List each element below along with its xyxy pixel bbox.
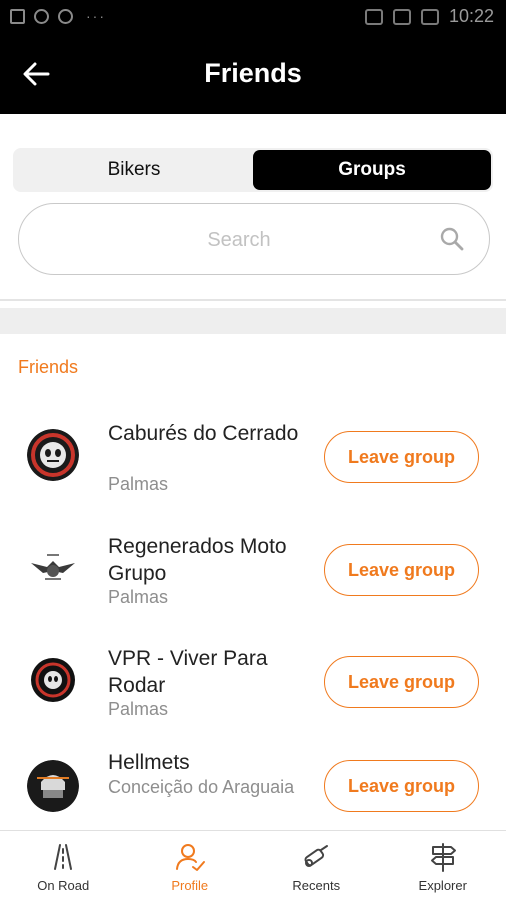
group-avatar [27,541,79,593]
road-icon [54,844,73,870]
group-name: VPR - Viver Para Rodar [108,647,268,697]
group-name: Hellmets [108,751,190,774]
nav-label: On Road [37,878,90,893]
leave-group-button[interactable]: Leave group [324,656,479,708]
nav-profile[interactable]: Profile [127,831,254,900]
page-title: Friends [204,58,302,88]
bottom-nav: On Road Profile Recents Explorer [0,830,506,900]
profile-icon [175,844,205,871]
group-city: Palmas [108,699,169,719]
battery-icon [420,8,439,25]
status-bar: ··· 10:22 [0,0,506,34]
nav-label: Profile [171,878,209,893]
signpost-icon [430,843,456,872]
leave-group-button[interactable]: Leave group [324,544,479,596]
group-avatar [27,760,79,812]
status-system: 10:22 [364,6,494,27]
clock-icon [58,8,73,24]
group-city: Conceição do Araguaia [108,777,295,797]
group-logo-icon [27,429,79,481]
user-icon [34,8,49,24]
nav-label: Recents [292,878,341,893]
gallery-icon [10,8,25,24]
section-title: Friends [18,357,79,377]
group-name: Caburés do Cerrado [108,422,299,445]
status-time: 10:22 [448,6,494,26]
tab-bikers[interactable]: Bikers [15,150,253,190]
mute-icon [364,8,383,25]
nav-label: Explorer [418,878,467,893]
search-bar [18,203,490,275]
group-city: Palmas [108,474,169,494]
group-logo-icon [27,760,79,812]
segmented-control: Bikers Groups [13,148,493,192]
group-logo-icon [27,654,79,706]
leave-group-button[interactable]: Leave group [324,760,479,812]
status-notifications: ··· [10,8,106,24]
divider [0,299,506,301]
group-city: Palmas [108,587,169,607]
more-notifications-icon: ··· [86,8,106,24]
search-icon[interactable] [439,226,465,252]
nav-recents[interactable]: Recents [253,831,380,900]
section-spacer [0,308,506,334]
nav-explorer[interactable]: Explorer [380,831,506,900]
group-name: Regenerados Moto Grupo [108,535,287,585]
recents-icon [304,845,329,867]
group-avatar [27,429,79,481]
search-input[interactable] [49,222,429,258]
group-avatar [27,654,79,706]
leave-group-button[interactable]: Leave group [324,431,479,483]
group-logo-icon [27,541,79,593]
tab-groups[interactable]: Groups [253,150,491,190]
wifi-icon [392,8,411,25]
nav-on-road[interactable]: On Road [0,831,127,900]
app-bar: Friends [0,34,506,114]
